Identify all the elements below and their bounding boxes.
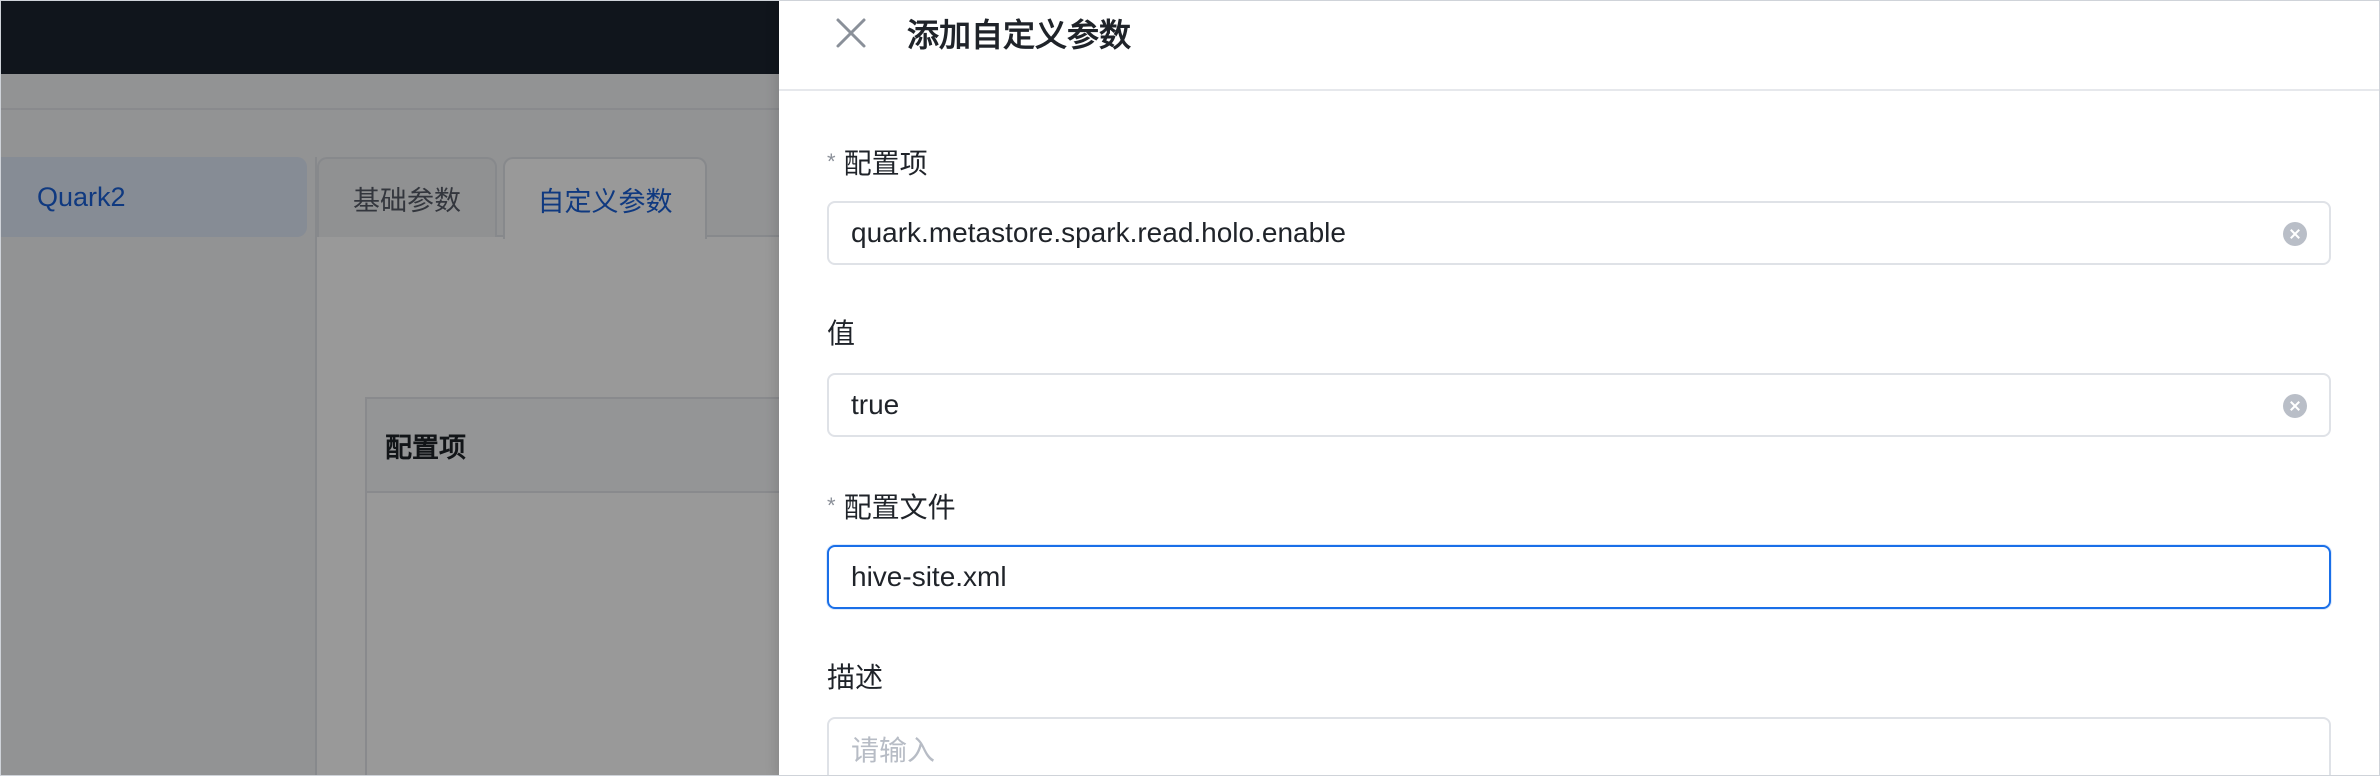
value-field (827, 373, 2331, 437)
description-field (827, 717, 2331, 775)
config-item-label-text: 配置项 (843, 148, 928, 179)
config-item-field (827, 201, 2331, 265)
config-item-input[interactable] (851, 203, 2251, 263)
required-mark: * (827, 149, 836, 174)
config-file-label: * 配置文件 (827, 489, 956, 525)
close-button[interactable] (833, 15, 869, 51)
drawer-title: 添加自定义参数 (907, 17, 1132, 53)
config-file-label-text: 配置文件 (843, 492, 956, 523)
config-item-label: * 配置项 (827, 145, 928, 181)
value-input[interactable] (851, 375, 2251, 435)
description-input[interactable] (851, 719, 2251, 775)
modal-overlay[interactable] (1, 1, 781, 775)
clear-icon[interactable] (2283, 222, 2307, 246)
config-file-field (827, 545, 2331, 609)
drawer-header: 添加自定义参数 (779, 1, 2379, 91)
required-mark: * (827, 493, 836, 518)
background-app: Quark2 基础参数 自定义参数 配置项 (1, 1, 781, 775)
config-file-input[interactable] (851, 547, 2251, 607)
close-icon (836, 18, 866, 48)
clear-icon[interactable] (2283, 394, 2307, 418)
screen: Quark2 基础参数 自定义参数 配置项 添加自定义参数 * 配置项 quar… (0, 0, 2380, 776)
value-label-text: 值 (827, 318, 856, 349)
description-label: 描述 (827, 661, 883, 695)
add-custom-param-drawer: 添加自定义参数 * 配置项 值 * 配置文件 描述 (779, 1, 2379, 775)
value-label: 值 (827, 317, 855, 351)
description-label-text: 描述 (827, 662, 884, 693)
